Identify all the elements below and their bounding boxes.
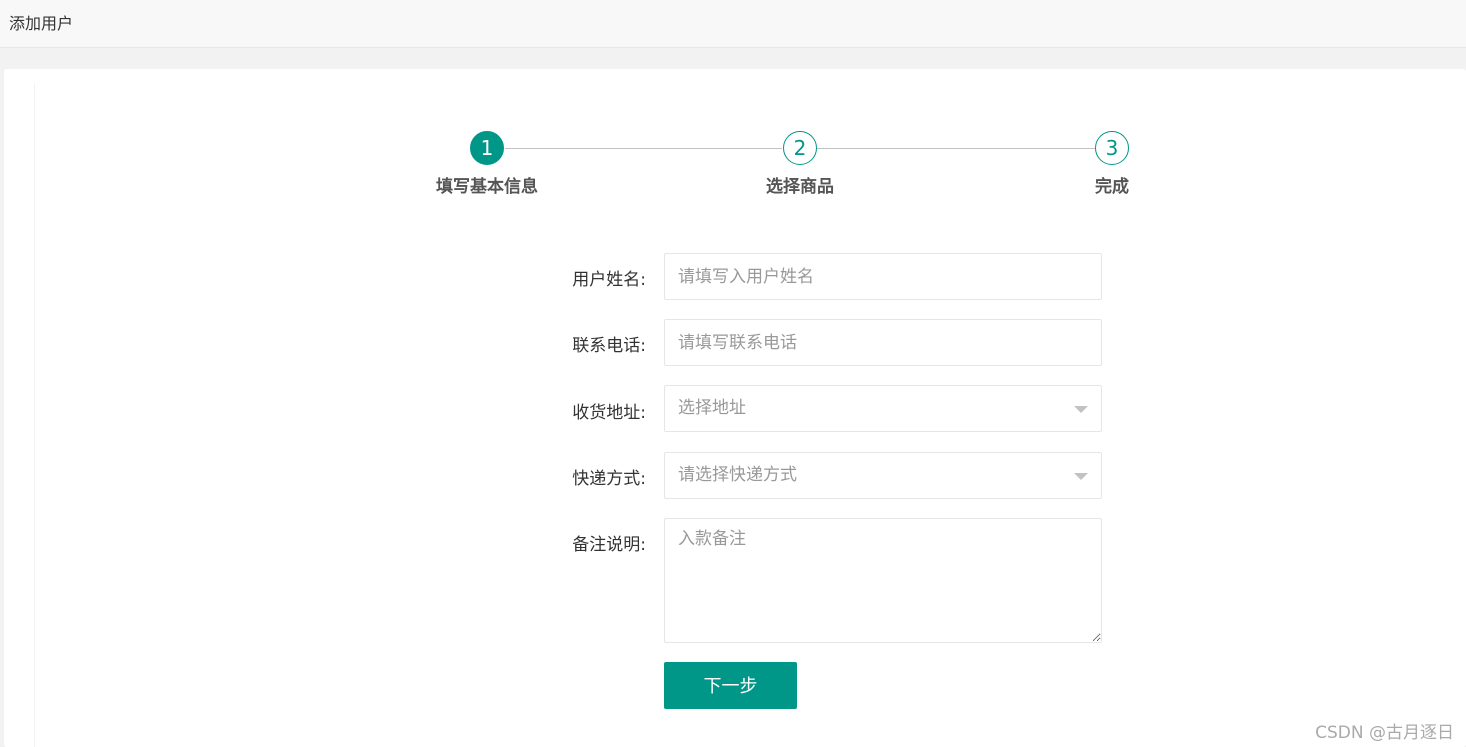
step-2-number: 2 (793, 136, 807, 160)
address-label: 收货地址: (572, 403, 646, 423)
divider (34, 83, 35, 747)
step-3-label: 完成 (1095, 177, 1129, 197)
username-input[interactable] (664, 253, 1102, 300)
step-1-label: 填写基本信息 (436, 177, 538, 197)
chevron-down-icon (1074, 473, 1088, 480)
address-select[interactable]: 选择地址 (664, 385, 1102, 432)
phone-input[interactable] (664, 319, 1102, 366)
watermark: CSDN @古月逐日 (1315, 723, 1454, 743)
step-3-indicator[interactable]: 3 (1095, 131, 1129, 165)
username-label: 用户姓名: (572, 270, 646, 290)
step-3-number: 3 (1105, 136, 1119, 160)
top-bar: 添加用户 (0, 0, 1466, 48)
page-title: 添加用户 (9, 14, 74, 33)
shipping-select[interactable]: 请选择快递方式 (664, 452, 1102, 499)
step-connector-2 (817, 148, 1095, 149)
step-1-indicator[interactable]: 1 (470, 131, 504, 165)
note-label: 备注说明: (572, 535, 646, 555)
shipping-label: 快递方式: (572, 469, 646, 489)
address-select-placeholder: 选择地址 (678, 398, 746, 418)
step-2-label: 选择商品 (766, 177, 834, 197)
step-1-number: 1 (480, 136, 494, 160)
shipping-select-placeholder: 请选择快递方式 (678, 465, 797, 485)
phone-label: 联系电话: (572, 336, 646, 356)
step-connector-1 (505, 148, 782, 149)
next-step-button[interactable]: 下一步 (664, 662, 797, 709)
step-2-indicator[interactable]: 2 (783, 131, 817, 165)
chevron-down-icon (1074, 406, 1088, 413)
note-textarea[interactable] (664, 518, 1102, 643)
